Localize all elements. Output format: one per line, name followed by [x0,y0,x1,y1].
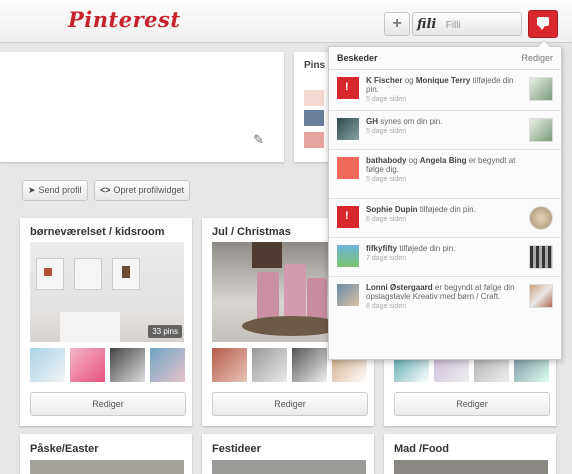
board-card[interactable]: Påske/Easter [20,434,192,474]
messages-button[interactable] [528,10,558,38]
user-avatar: fili [417,17,437,32]
pin-thumbnail[interactable] [304,132,324,148]
user-avatar[interactable] [337,118,359,140]
board-title: Jul / Christmas [212,226,291,238]
edit-board-button[interactable]: Rediger [394,392,550,416]
message-time: 5 dage siden [366,128,407,135]
message-time: 7 dage siden [366,255,407,262]
message-item[interactable]: K Fischer og Monique Terry tilføjede din… [329,70,561,111]
board-cover-image: 33 pins [30,242,184,342]
board-card[interactable]: Festideer [202,434,374,474]
message-text: K Fischer og Monique Terry tilføjede din… [366,76,516,104]
pin-count-badge: 33 pins [148,325,182,338]
pin-thumbnail[interactable] [304,110,324,126]
pin-thumbnail[interactable] [529,284,553,308]
message-item[interactable]: fifkyfifty tilføjede din pin. 7 dage sid… [329,238,561,277]
message-item[interactable]: Lonni Østergaard er begyndt at følge din… [329,277,561,335]
message-text: fifkyfifty tilføjede din pin. 7 dage sid… [366,244,516,263]
pin-thumbnail[interactable] [529,77,553,101]
user-avatar[interactable] [337,157,359,179]
message-time: 8 dage siden [366,303,407,310]
top-bar: Pinterest + fili Filli [0,0,572,43]
edit-messages-link[interactable]: Rediger [521,53,553,63]
board-title: Festideer [212,443,261,455]
message-item[interactable]: GH synes om din pin. 5 dage siden [329,111,561,150]
user-avatar[interactable] [337,245,359,267]
pin-thumbnail[interactable] [529,206,553,230]
board-cover-image [30,460,184,474]
message-item[interactable]: bathabody og Angela Bing er begyndt at f… [329,150,561,199]
board-cover-image [212,460,366,474]
add-pin-button[interactable]: + [384,12,410,36]
speech-bubble-icon [537,17,549,30]
pin-thumbnail[interactable] [529,245,553,269]
board-cover-image [394,460,548,474]
profile-card: ✎ [0,52,284,162]
board-thumbnails [30,348,186,382]
send-icon: ➤ [28,185,36,195]
board-card[interactable]: Mad /Food [384,434,556,474]
user-avatar[interactable] [337,77,359,99]
send-profile-button[interactable]: ➤ Send profil [22,180,88,201]
message-text: Sophie Dupin tilføjede din pin. 6 dage s… [366,205,516,224]
message-time: 6 dage siden [366,216,407,223]
dropdown-title: Beskeder [337,53,378,63]
user-menu-button[interactable]: fili Filli [412,12,522,36]
board-title: børneværelset / kidsroom [30,226,165,238]
edit-board-button[interactable]: Rediger [212,392,368,416]
message-text: bathabody og Angela Bing er begyndt at f… [366,156,516,183]
message-text: Lonni Østergaard er begyndt at følge din… [366,283,515,310]
user-name: Filli [445,20,461,31]
message-item[interactable]: Sophie Dupin tilføjede din pin. 6 dage s… [329,199,561,238]
user-avatar[interactable] [337,284,359,306]
pencil-icon[interactable]: ✎ [253,132,264,148]
pin-thumbnail[interactable] [304,90,324,106]
code-icon: <> [100,185,111,195]
dropdown-header: Beskeder Rediger [329,47,561,70]
board-card[interactable]: børneværelset / kidsroom 33 pins Rediger [20,218,192,426]
user-avatar[interactable] [337,206,359,228]
pin-thumbnail[interactable] [529,118,553,142]
board-title: Påske/Easter [30,443,99,455]
board-title: Mad /Food [394,443,449,455]
messages-dropdown: Beskeder Rediger K Fischer og Monique Te… [328,40,562,360]
pinterest-logo[interactable]: Pinterest [68,7,181,32]
edit-board-button[interactable]: Rediger [30,392,186,416]
message-text: GH synes om din pin. 5 dage siden [366,117,516,136]
create-widget-button[interactable]: <> Opret profilwidget [94,180,191,201]
message-time: 5 dage siden [366,176,407,183]
message-time: 5 dage siden [366,96,407,103]
